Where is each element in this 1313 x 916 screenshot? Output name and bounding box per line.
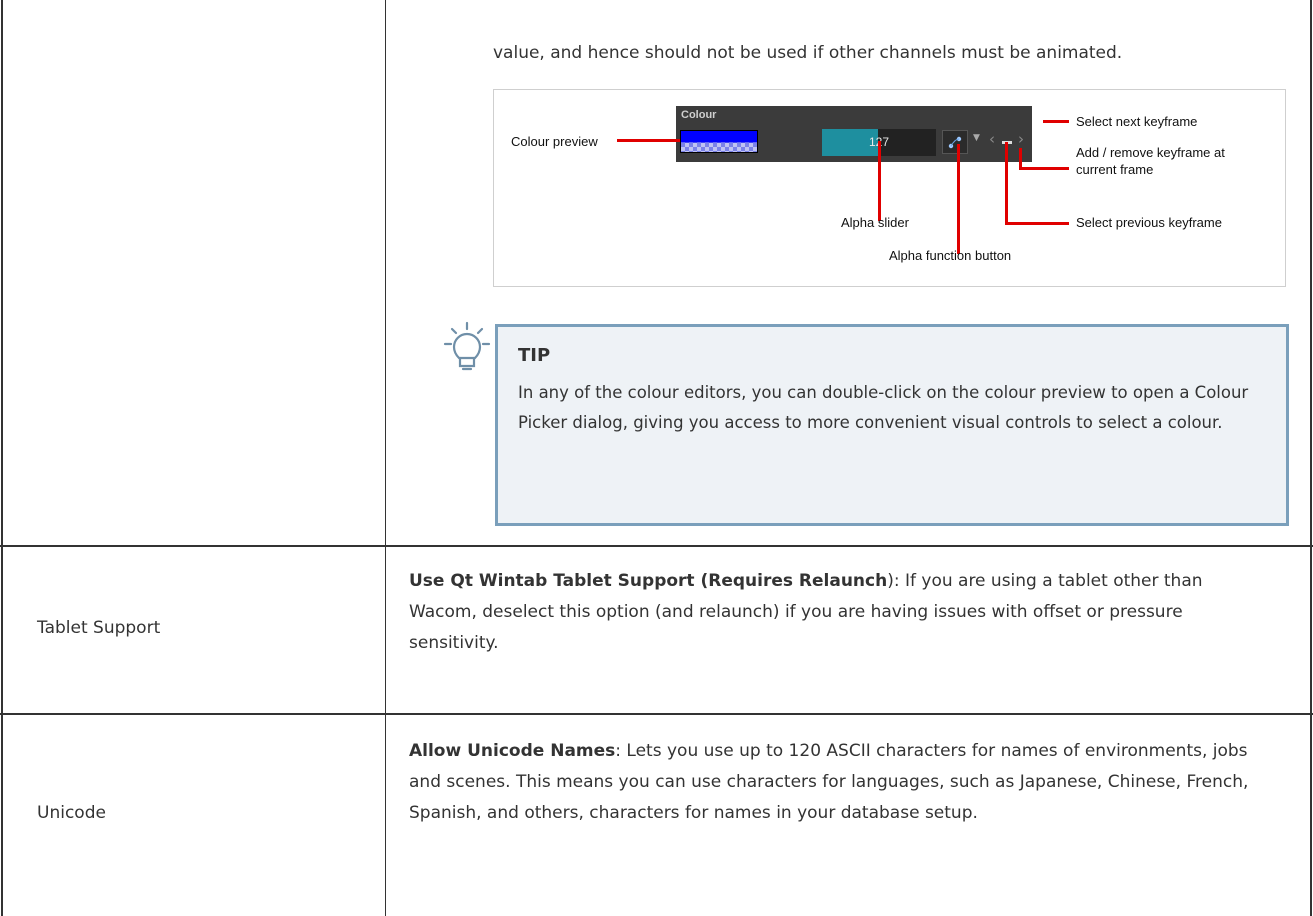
table-border-right [1310, 0, 1312, 916]
dropdown-arrow-icon[interactable]: ▼ [973, 133, 980, 143]
intro-text: value, and hence should not be used if o… [493, 43, 1123, 63]
callout-line [1019, 148, 1022, 168]
lightbulb-icon [443, 321, 491, 371]
colour-editor-figure: Colour 127 ▼ ‹ › [493, 89, 1286, 287]
row-divider [0, 545, 1313, 547]
option-name: Allow Unicode Names [409, 741, 616, 761]
colour-editor-panel: Colour 127 ▼ ‹ › [676, 106, 1032, 162]
function-curve-icon [948, 136, 962, 149]
option-name: Use Qt Wintab Tablet Support (Requires R… [409, 571, 888, 591]
alpha-slider-label: Alpha slider [841, 215, 909, 230]
callout-line [1043, 120, 1069, 123]
alpha-function-button[interactable] [942, 130, 968, 154]
tip-body: In any of the colour editors, you can do… [518, 383, 1249, 432]
add-remove-keyframe-label-cont: current frame [1076, 162, 1154, 177]
next-keyframe-icon[interactable]: › [1018, 130, 1024, 148]
row-label-unicode: Unicode [37, 803, 106, 823]
callout-line [878, 141, 881, 221]
callout-line [617, 139, 680, 142]
tip-title: TIP [518, 345, 551, 366]
panel-title: Colour [681, 109, 717, 121]
add-remove-keyframe-label: Add / remove keyframe at [1076, 145, 1225, 160]
callout-line [1005, 142, 1008, 224]
previous-keyframe-icon[interactable]: ‹ [989, 130, 995, 148]
row-description-unicode: Allow Unicode Names: Lets you use up to … [409, 736, 1284, 829]
colour-preview-label: Colour preview [511, 134, 598, 149]
alpha-function-button-label: Alpha function button [889, 248, 1012, 263]
select-previous-keyframe-label: Select previous keyframe [1076, 215, 1222, 230]
colour-preview-swatch[interactable] [680, 130, 758, 153]
row-description-tablet-support: Use Qt Wintab Tablet Support (Requires R… [409, 566, 1269, 659]
table-column-divider [385, 0, 386, 916]
callout-line [1019, 167, 1069, 170]
table-border-left [1, 0, 3, 916]
select-next-keyframe-label: Select next keyframe [1076, 114, 1198, 129]
callout-line [957, 144, 960, 254]
row-divider [0, 713, 1313, 715]
preferences-table: value, and hence should not be used if o… [0, 0, 1313, 916]
row-label-tablet-support: Tablet Support [37, 618, 161, 638]
tip-box: TIP In any of the colour editors, you ca… [495, 324, 1289, 526]
callout-line [1005, 222, 1069, 225]
